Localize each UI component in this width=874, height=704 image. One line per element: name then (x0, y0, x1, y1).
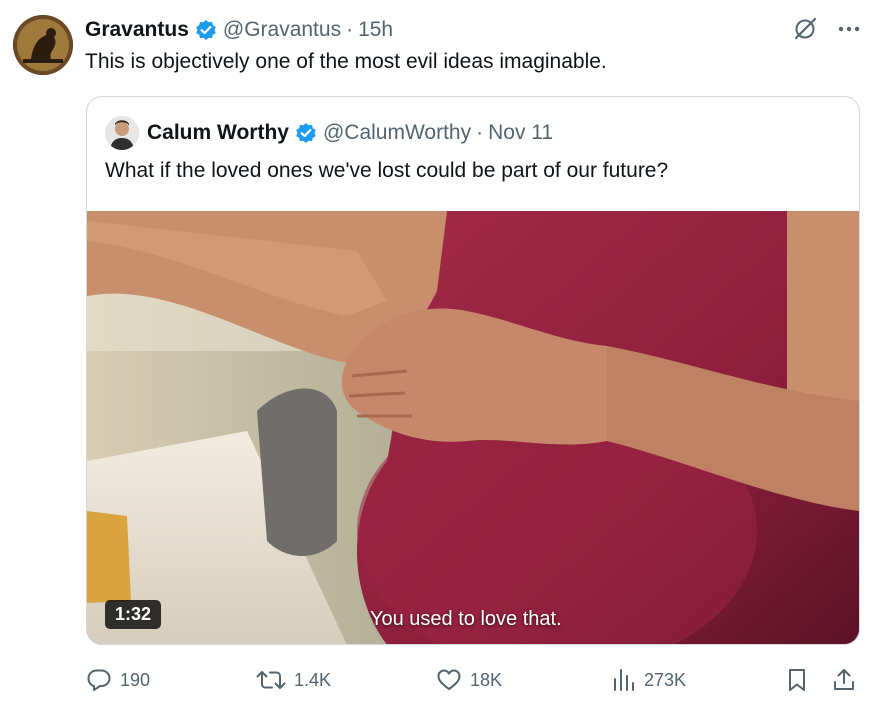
separator-dot: · (476, 121, 484, 144)
action-bar: 190 1.4K 18K 273K (86, 662, 862, 698)
bookmark-button[interactable] (786, 662, 808, 698)
share-button[interactable] (832, 662, 856, 698)
repost-icon (256, 671, 286, 689)
quoted-author-handle[interactable]: @CalumWorthy (323, 121, 471, 145)
verified-badge-icon (295, 122, 317, 144)
tweet-text: This is objectively one of the most evil… (85, 50, 607, 73)
author-avatar[interactable] (13, 15, 73, 75)
tweet-header: Gravantus @Gravantus · 15h (85, 16, 393, 44)
bookmark-icon (789, 669, 805, 691)
video-duration: 1:32 (105, 600, 162, 629)
quoted-author-name[interactable]: Calum Worthy (147, 121, 289, 145)
separator-dot: · (346, 18, 354, 41)
views-count: 273K (644, 669, 687, 690)
repost-count: 1.4K (294, 669, 332, 690)
quoted-tweet-card[interactable]: Calum Worthy @CalumWorthy · Nov 11 What … (86, 96, 860, 645)
quoted-date[interactable]: Nov 11 (488, 121, 553, 145)
reply-button[interactable]: 190 (86, 662, 150, 698)
video-player[interactable]: 1:32 You used to love that. (87, 211, 859, 644)
quoted-tweet-text: What if the loved ones we've lost could … (105, 159, 669, 182)
quoted-header: Calum Worthy @CalumWorthy · Nov 11 (147, 119, 553, 147)
verified-badge-icon (195, 19, 217, 41)
timestamp[interactable]: 15h (358, 18, 393, 42)
like-button[interactable]: 18K (436, 662, 502, 698)
share-icon (834, 669, 854, 690)
like-count: 18K (470, 669, 503, 690)
author-name[interactable]: Gravantus (85, 18, 189, 42)
more-icon[interactable] (838, 25, 860, 33)
video-subtitle: You used to love that. (370, 608, 562, 630)
like-icon (437, 669, 461, 690)
repost-button[interactable]: 1.4K (256, 662, 331, 698)
grok-icon[interactable] (792, 16, 818, 42)
views-icon (614, 669, 634, 691)
views-button[interactable]: 273K (612, 662, 686, 698)
quoted-author-avatar[interactable] (105, 116, 139, 150)
reply-icon (87, 669, 111, 691)
reply-count: 190 (120, 669, 151, 690)
author-handle[interactable]: @Gravantus (223, 18, 341, 42)
video-frame (87, 211, 859, 644)
header-actions (792, 16, 860, 42)
